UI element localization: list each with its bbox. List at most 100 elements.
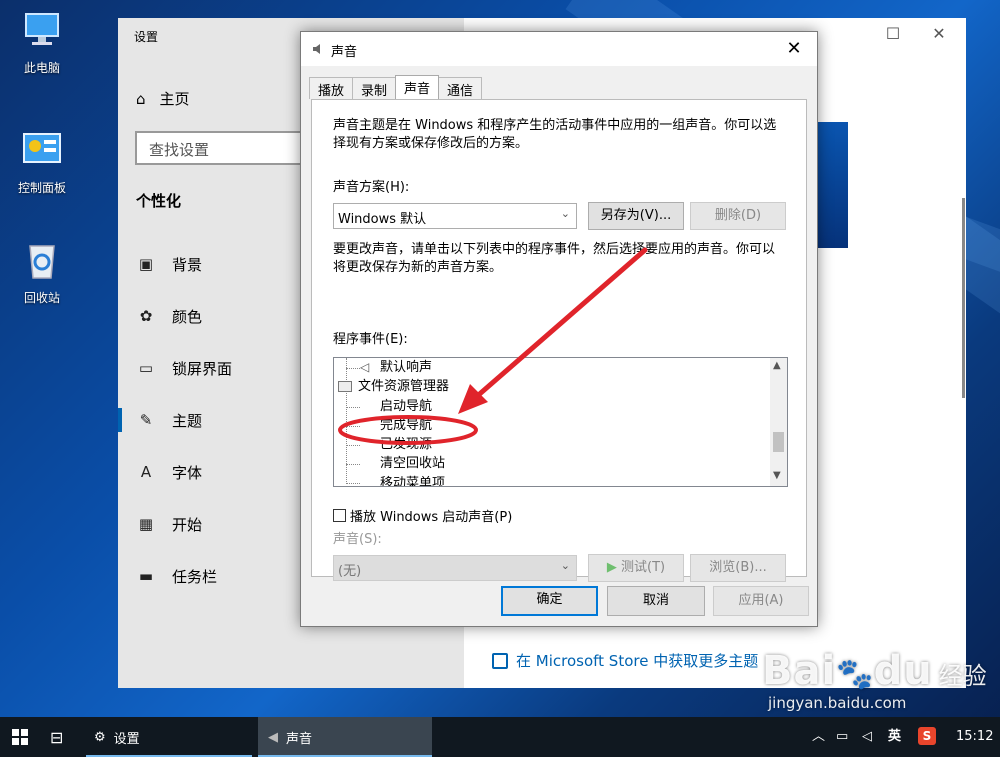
close-button[interactable]: ✕ [916, 24, 962, 43]
tab-playback[interactable]: 播放 [309, 77, 354, 99]
network-icon[interactable]: ▭ [836, 717, 848, 757]
gear-icon: ⚙ [94, 729, 106, 745]
events-label: 程序事件(E): [333, 332, 408, 347]
ime-indicator[interactable]: 英 [888, 717, 901, 757]
chevron-down-icon[interactable]: ▼ [773, 470, 781, 481]
dialog-title: 声音 [331, 45, 358, 60]
task-view-button[interactable]: ⊟ [50, 717, 63, 757]
sidebar-item-label: 背景 [172, 255, 203, 274]
list-item[interactable]: 已发现源 [380, 435, 432, 454]
control-panel-icon [23, 133, 61, 163]
test-label: 测试(T) [621, 560, 666, 575]
delete-button[interactable]: 删除(D) [690, 202, 786, 230]
watermark-brand2: du [873, 648, 933, 694]
checkbox-label: 播放 Windows 启动声音(P) [350, 510, 513, 525]
taskbar-settings[interactable]: ⚙ 设置 [86, 717, 252, 757]
volume-icon[interactable]: ◁ [862, 717, 872, 757]
cancel-button[interactable]: 取消 [607, 586, 705, 616]
watermark-brand-cn: 经验 [938, 662, 987, 690]
clock[interactable]: 15:12 [956, 717, 993, 757]
store-link[interactable]: 在 Microsoft Store 中获取更多主题 [492, 650, 758, 671]
settings-title: 设置 [134, 30, 159, 44]
play-icon: ▶ [606, 560, 617, 575]
tree-line [346, 445, 360, 446]
close-icon[interactable]: ✕ [779, 36, 809, 62]
lock-screen-icon: ▭ [138, 359, 154, 377]
ok-button[interactable]: 确定 [501, 586, 598, 616]
palette-icon: ✿ [139, 307, 153, 325]
tree-line [346, 483, 360, 484]
tree-line [346, 368, 360, 369]
desktop-icon-recycle-bin[interactable]: 回收站 [8, 240, 76, 306]
desktop-icon-label: 此电脑 [23, 61, 60, 75]
computer-icon [25, 13, 59, 45]
sound-value: (无) [338, 564, 362, 579]
checkbox-box[interactable] [333, 509, 346, 522]
list-item[interactable]: 移动菜单项 [380, 474, 445, 486]
list-item[interactable]: 完成导航 [380, 416, 432, 435]
watermark-brand: Bai [762, 648, 837, 694]
list-item[interactable]: 启动导航 [380, 397, 432, 416]
change-text-line1: 要更改声音，请单击以下列表中的程序事件，然后选择要应用的声音。你可以 [333, 242, 776, 257]
sidebar-item-home[interactable]: ⌂ 主页 [136, 88, 190, 109]
sidebar-item-label: 主题 [172, 411, 203, 430]
dialog-titlebar: 声音 ✕ [301, 32, 817, 66]
taskbar: ⊟ ⚙ 设置 ◀ 声音 ︿ ▭ ◁ 英 S 15:12 [0, 717, 1000, 757]
maximize-button[interactable]: ☐ [870, 24, 916, 43]
tab-sounds[interactable]: 声音 [395, 75, 440, 99]
dialog-tabs: 播放 录制 声音 通信 [309, 75, 483, 99]
scheme-label: 声音方案(H): [333, 180, 410, 195]
sidebar-item-label: 锁屏界面 [172, 359, 233, 378]
sogou-icon[interactable]: S [918, 717, 936, 757]
image-icon: ▣ [138, 255, 154, 273]
list-item[interactable]: 文件资源管理器 [358, 377, 449, 396]
start-button[interactable] [12, 717, 28, 757]
home-icon: ⌂ [136, 89, 146, 108]
sidebar-item-label: 颜色 [172, 307, 203, 326]
change-text-line2: 将更改保存为新的声音方案。 [333, 260, 503, 275]
chevron-up-icon[interactable]: ▲ [773, 360, 781, 371]
play-startup-checkbox[interactable]: 播放 Windows 启动声音(P) [333, 506, 512, 525]
browse-button[interactable]: 浏览(B)... [690, 554, 786, 582]
theme-icon: ✎ [139, 411, 153, 429]
tree-line [346, 426, 360, 427]
taskbar-settings-label: 设置 [113, 731, 140, 747]
scrollbar[interactable] [962, 198, 965, 398]
tab-communications[interactable]: 通信 [438, 77, 483, 99]
tray-chevron-icon[interactable]: ︿ [812, 717, 825, 757]
scheme-select[interactable]: Windows 默认 ⌄ [333, 203, 577, 229]
taskbar-icon: ▬ [138, 567, 154, 585]
apply-button[interactable]: 应用(A) [713, 586, 809, 616]
speaker-icon: ◀ [268, 729, 278, 745]
home-label: 主页 [159, 90, 190, 108]
sound-label: 声音(S): [333, 532, 382, 547]
section-heading: 个性化 [136, 192, 182, 210]
tab-recording[interactable]: 录制 [352, 77, 397, 99]
intro-text-line2: 择现有方案或保存修改后的方案。 [333, 136, 529, 151]
sound-dialog: 声音 ✕ 播放 录制 声音 通信 声音主题是在 Windows 和程序产生的活动… [300, 31, 818, 627]
sidebar-item-label: 字体 [172, 463, 203, 482]
taskbar-sound-label: 声音 [286, 731, 313, 747]
desktop-icon-control-panel[interactable]: 控制面板 [8, 130, 76, 196]
tree-line [346, 358, 347, 484]
save-as-button[interactable]: 另存为(V)... [588, 202, 684, 230]
sound-select[interactable]: (无) ⌄ [333, 555, 577, 581]
desktop-icon-this-pc[interactable]: 此电脑 [8, 10, 76, 76]
test-button[interactable]: ▶ 测试(T) [588, 554, 684, 582]
events-list[interactable]: ◁ 默认响声 文件资源管理器 启动导航 完成导航 已发现源 清空回收站 移动菜单… [333, 357, 788, 487]
chevron-down-icon: ⌄ [560, 559, 570, 572]
font-icon: A [140, 463, 152, 481]
list-item[interactable]: 清空回收站 [380, 454, 445, 473]
events-scrollbar[interactable]: ▲ ▼ [770, 358, 787, 486]
chevron-down-icon: ⌄ [560, 207, 570, 220]
taskbar-sound[interactable]: ◀ 声音 [258, 717, 432, 757]
task-view-icon: ⊟ [50, 727, 64, 747]
tree-line [346, 407, 360, 408]
scrollbar-thumb[interactable] [773, 432, 784, 452]
sounds-panel: 声音主题是在 Windows 和程序产生的活动事件中应用的一组声音。你可以选 择… [311, 99, 807, 582]
theme-preview [818, 122, 848, 248]
list-item[interactable]: 默认响声 [380, 358, 432, 377]
scheme-value: Windows 默认 [338, 212, 427, 227]
paw-icon: 🐾 [836, 657, 874, 692]
desktop-icon-label: 回收站 [23, 291, 60, 305]
